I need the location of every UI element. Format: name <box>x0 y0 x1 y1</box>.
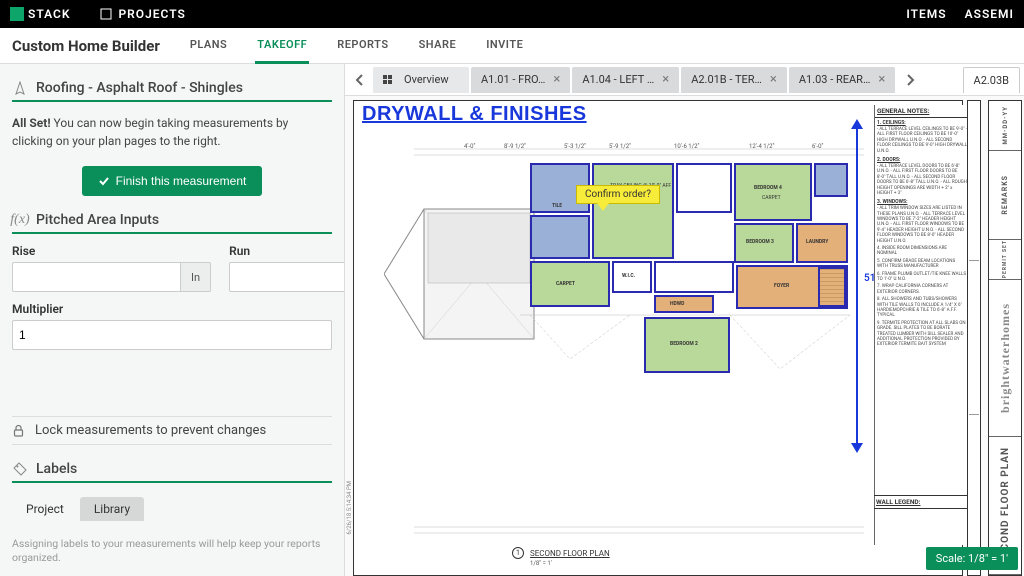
labels-tabs: Project Library <box>12 497 332 521</box>
plan-tab-a101[interactable]: A1.01 - FRO… × <box>471 67 570 93</box>
stairs-icon <box>818 267 846 307</box>
scale-button[interactable]: Scale: 1/8" = 1' <box>926 547 1018 570</box>
room-closet <box>676 163 732 213</box>
nav-assemblies[interactable]: ASSEMI <box>965 7 1014 21</box>
room-owners-suite <box>592 163 674 259</box>
rise-unit: In <box>181 262 211 292</box>
plan-canvas[interactable]: 6/26/18 5:14:34 PM DRYWALL & FINISHES 4'… <box>345 96 1024 576</box>
plan-tab-overview[interactable]: Overview <box>373 67 469 93</box>
plan-caption: 1 SECOND FLOOR PLAN <box>512 547 610 559</box>
plan-tab-a104[interactable]: A1.04 - LEFT … × <box>572 67 679 93</box>
projects-icon <box>100 8 112 20</box>
projects-link[interactable]: PROJECTS <box>100 7 185 21</box>
finish-measurement-button[interactable]: Finish this measurement <box>82 166 263 196</box>
lock-row[interactable]: Lock measurements to prevent changes <box>12 416 332 445</box>
general-notes: GENERAL NOTES: 1. CEILINGS: - ALL TERRAC… <box>874 105 969 545</box>
room-bath-small <box>814 163 848 197</box>
check-icon <box>98 175 110 187</box>
fx-icon: f(x) <box>12 212 28 228</box>
wall-legend: WALL LEGEND: <box>874 495 969 543</box>
grid-icon <box>383 75 392 84</box>
tab-takeoff[interactable]: TAKEOFF <box>255 28 309 64</box>
plan-tab-detached[interactable]: A2.03B <box>963 67 1020 93</box>
room-tile2 <box>530 215 590 259</box>
allset-message: All Set! You can now begin taking measur… <box>12 112 332 156</box>
tab-reports[interactable]: REPORTS <box>335 28 390 64</box>
plan-tab-a103[interactable]: A1.03 - REAR… × <box>789 67 895 93</box>
project-navbar: Custom Home Builder PLANS TAKEOFF REPORT… <box>0 28 1024 64</box>
labels-tab-project[interactable]: Project <box>12 497 78 521</box>
brand-text: STACK <box>28 7 70 21</box>
rise-input[interactable] <box>12 262 181 292</box>
tabs-scroll-right[interactable] <box>899 66 921 94</box>
plan-tab-a201b[interactable]: A2.01B - TER… × <box>681 67 787 93</box>
run-input[interactable] <box>229 262 345 292</box>
dim-lines-bottom-icon <box>414 521 864 545</box>
close-icon[interactable]: × <box>878 72 885 87</box>
close-icon[interactable]: × <box>662 72 669 87</box>
multiplier-input[interactable] <box>12 320 332 350</box>
close-icon[interactable]: × <box>553 72 560 87</box>
room-bedroom4 <box>734 163 812 221</box>
close-icon[interactable]: × <box>770 72 777 87</box>
labels-help-text: Assigning labels to your measurements wi… <box>12 531 332 566</box>
titleblock-right: MM-DD-YY REMARKS PERMIT SET brightwaterh… <box>988 100 1022 576</box>
multiplier-label: Multiplier <box>12 302 332 316</box>
tab-plans[interactable]: PLANS <box>188 28 229 64</box>
drawing-sheet: 6/26/18 5:14:34 PM DRYWALL & FINISHES 4'… <box>353 100 963 576</box>
rise-label: Rise <box>12 244 211 258</box>
annotation-callout[interactable]: Confirm order? <box>576 185 660 204</box>
labels-tab-library[interactable]: Library <box>80 497 144 521</box>
room-hall <box>654 261 734 293</box>
roof-dashed-icon <box>520 309 860 389</box>
logo-mark-icon <box>10 7 24 21</box>
project-title: Custom Home Builder <box>12 37 160 55</box>
plan-tabstrip: Overview A1.01 - FRO… × A1.04 - LEFT … ×… <box>345 64 1024 96</box>
nav-items[interactable]: ITEMS <box>906 7 946 21</box>
tab-share[interactable]: SHARE <box>417 28 459 64</box>
app-topbar: STACK PROJECTS ITEMS ASSEMI <box>0 0 1024 28</box>
lock-icon <box>12 424 25 437</box>
left-panel: Roofing - Asphalt Roof - Shingles All Se… <box>0 64 345 576</box>
titleblock-strip <box>967 100 981 576</box>
drawing-title: DRYWALL & FINISHES <box>362 103 587 126</box>
measure-dimension[interactable] <box>852 121 862 451</box>
compass-icon <box>12 80 28 96</box>
plan-area: Overview A1.01 - FRO… × A1.04 - LEFT … ×… <box>345 64 1024 576</box>
tab-invite[interactable]: INVITE <box>484 28 525 64</box>
labels-heading: Labels <box>12 455 332 483</box>
tag-icon <box>12 461 28 477</box>
print-timestamp: 6/26/18 5:14:34 PM <box>346 481 353 535</box>
measurement-heading: Roofing - Asphalt Roof - Shingles <box>12 74 332 102</box>
run-label: Run <box>229 244 345 258</box>
tabs-scroll-left[interactable] <box>349 66 371 94</box>
brand-logo[interactable]: STACK <box>10 7 70 21</box>
pitched-heading: f(x) Pitched Area Inputs <box>12 206 332 234</box>
